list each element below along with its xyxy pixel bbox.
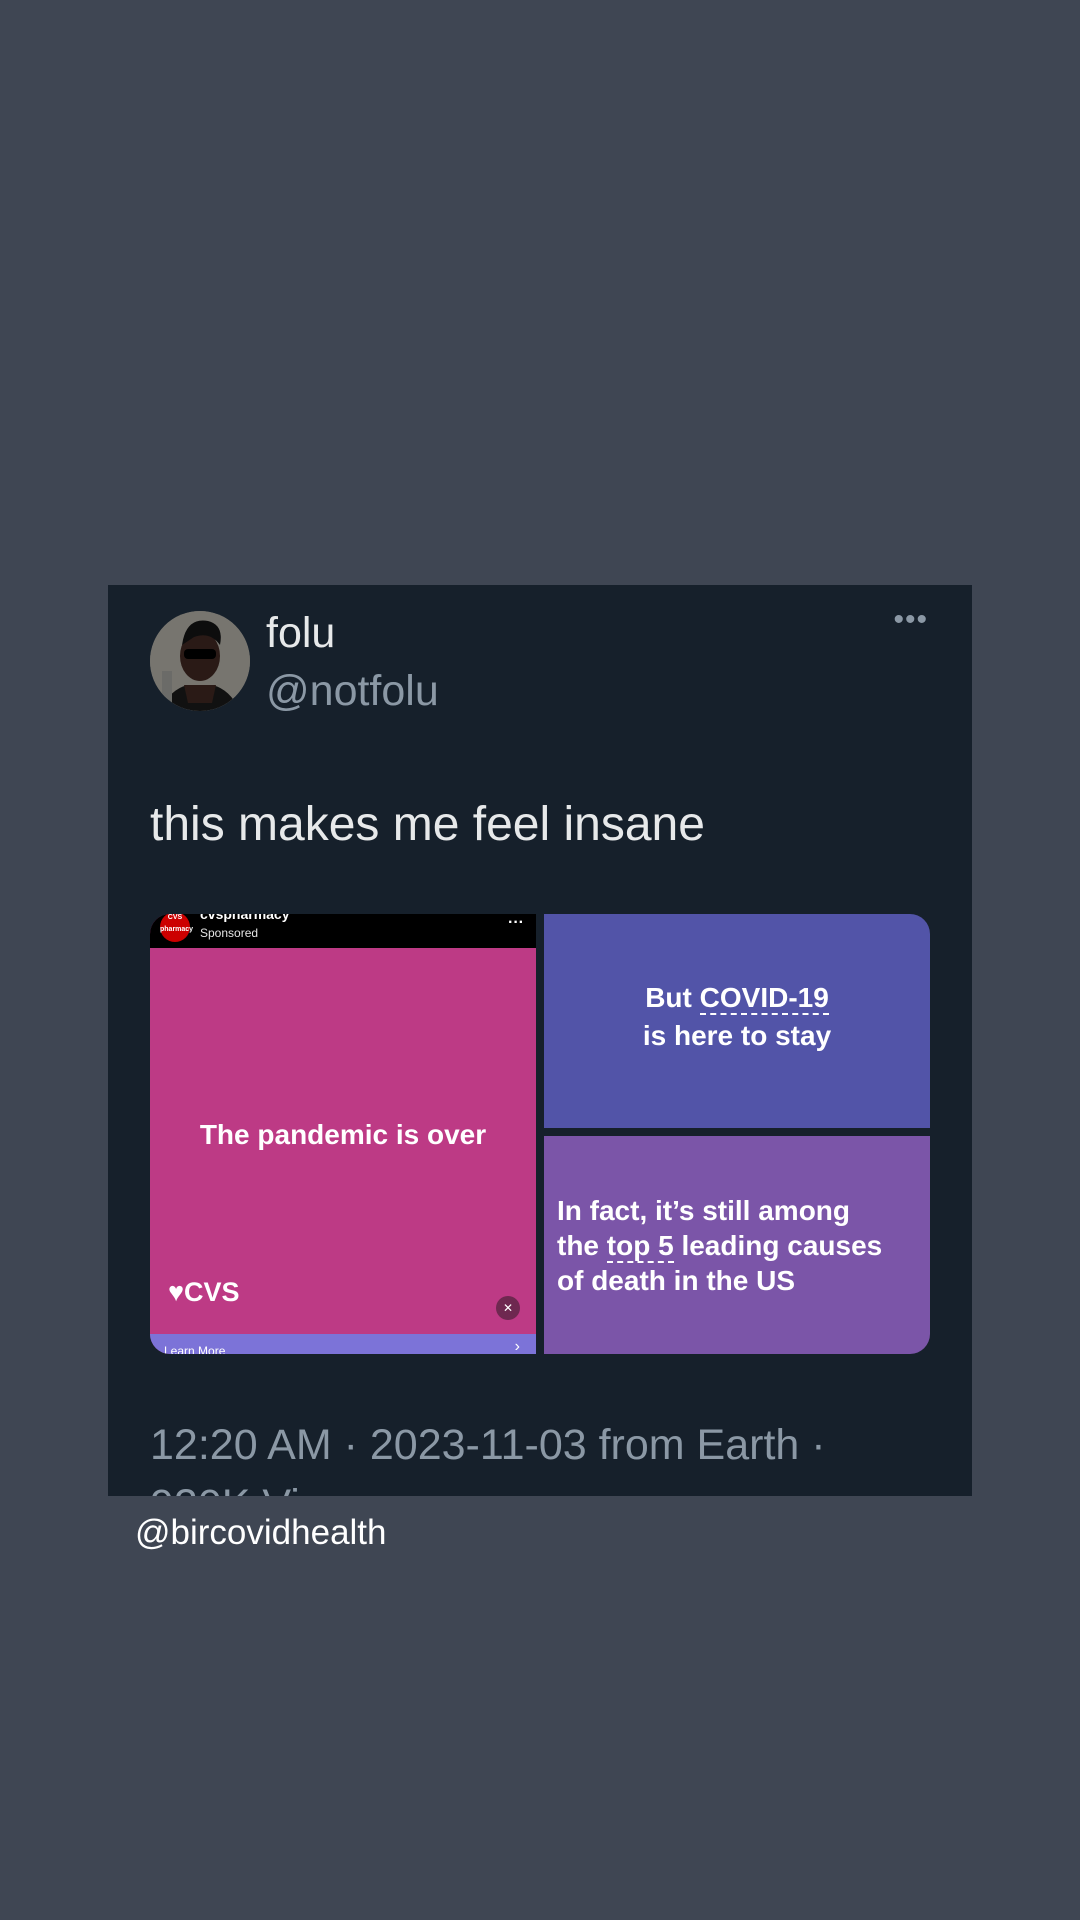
bottom-right-line3: of death in the US: [557, 1265, 795, 1296]
more-horizontal-icon[interactable]: •••: [893, 605, 928, 635]
ad-account-name: cvspharmacy: [200, 914, 290, 922]
media-panel-top-right[interactable]: But COVID-19 is here to stay: [544, 914, 930, 1128]
cvs-brand-logo: ♥CVS: [168, 1277, 240, 1307]
tweet-location: from Earth ·: [598, 1421, 826, 1469]
cvs-logo-icon: CVS pharmacy: [160, 914, 193, 942]
bottom-right-text: In fact, it’s still among the top 5 lead…: [557, 1193, 927, 1298]
chevron-right-icon: ›: [514, 1338, 520, 1354]
bottom-right-line2-suffix: leading causes: [673, 1230, 883, 1261]
avatar[interactable]: [150, 611, 250, 711]
avatar-image: [150, 611, 250, 711]
display-name[interactable]: folu: [266, 609, 335, 658]
tweet-card[interactable]: folu @notfolu ••• this makes me feel ins…: [108, 585, 972, 1496]
ad-video-panel[interactable]: CVS pharmacy cvspharmacy Sponsored ··· T…: [150, 914, 536, 1354]
top-right-emphasis: COVID-19: [699, 982, 829, 1015]
ad-header: CVS pharmacy cvspharmacy Sponsored ···: [150, 914, 536, 948]
ad-more-icon: ···: [508, 914, 524, 931]
top-right-line1-prefix: But: [645, 982, 700, 1013]
sponsored-label: Sponsored: [200, 926, 259, 940]
tweet-text: this makes me feel insane: [150, 798, 705, 851]
ad-main-text: The pandemic is over: [199, 1119, 487, 1150]
tweet-views: 920K Views: [150, 1481, 376, 1496]
bottom-right-line2-prefix: the: [557, 1230, 607, 1261]
watermark: @bircovidhealth: [135, 1513, 387, 1552]
user-handle[interactable]: @notfolu: [266, 667, 439, 716]
top-right-line2: is here to stay: [642, 1020, 832, 1051]
bottom-right-line1: In fact, it’s still among: [557, 1195, 851, 1226]
bottom-right-emphasis: top 5: [606, 1230, 674, 1263]
media-panel-bottom-right[interactable]: In fact, it’s still among the top 5 lead…: [544, 1136, 930, 1354]
learn-more-bar: Learn More ›: [150, 1334, 536, 1354]
tweet-timestamp[interactable]: 12:20 AM · 2023-11-03: [150, 1421, 587, 1469]
learn-more-label: Learn More: [164, 1344, 226, 1354]
mute-icon: ✕: [496, 1296, 520, 1320]
top-right-text: But COVID-19 is here to stay: [544, 979, 930, 1055]
tweet-meta: 12:20 AM · 2023-11-03 from Earth · 920K …: [150, 1415, 950, 1496]
media-grid[interactable]: CVS pharmacy cvspharmacy Sponsored ··· T…: [150, 914, 930, 1354]
